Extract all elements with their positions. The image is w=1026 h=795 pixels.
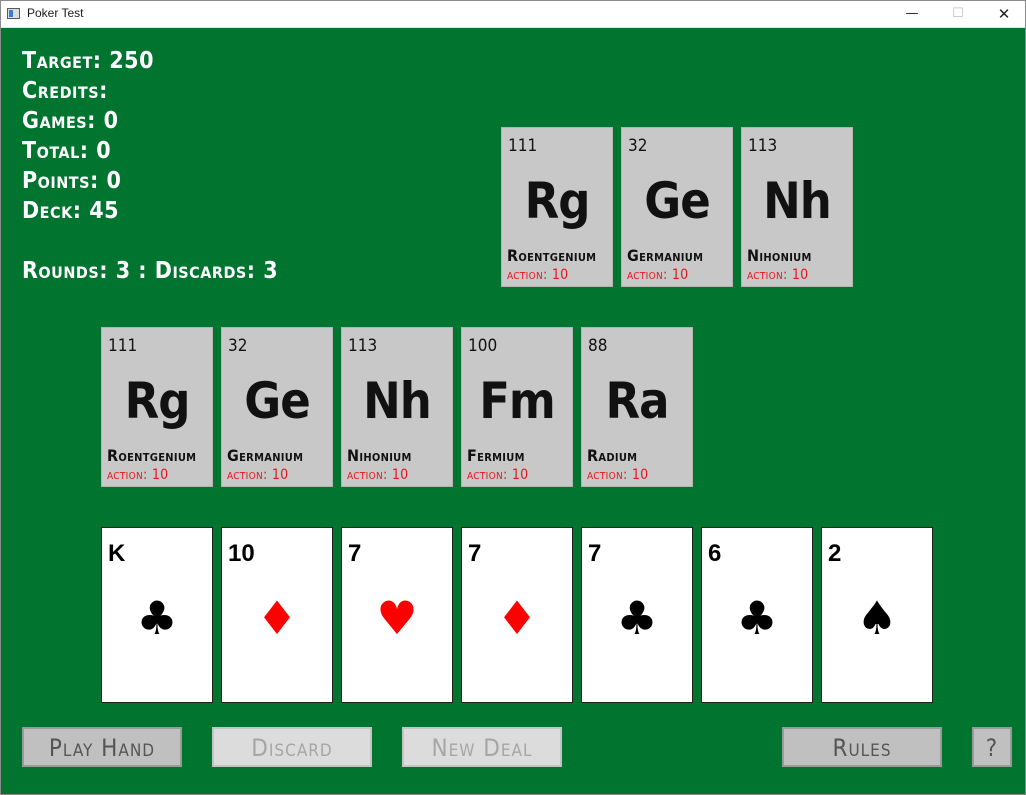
total-label: Total: 0 (22, 138, 112, 164)
element-symbol: Ge (244, 372, 310, 430)
element-name: Roentgenium (507, 246, 597, 265)
card-rank: 6 (708, 540, 722, 567)
card-rank: 7 (588, 540, 602, 567)
element-symbol: Nh (363, 372, 432, 430)
playing-card[interactable]: 7 ♥ (341, 527, 453, 703)
club-suit-icon: ♣ (736, 591, 778, 645)
element-card[interactable]: 32 Ge Germanium action: 10 (221, 327, 333, 487)
playing-card[interactable]: 10 ♦ (221, 527, 333, 703)
element-action: action: 10 (587, 467, 649, 483)
atomic-number: 113 (348, 336, 378, 356)
element-action: action: 10 (507, 267, 569, 283)
element-name: Germanium (627, 246, 704, 265)
diamond-suit-icon: ♦ (256, 591, 298, 645)
atomic-number: 111 (108, 336, 138, 356)
element-symbol: Fm (479, 372, 556, 430)
play-hand-button[interactable]: Play Hand (22, 727, 182, 767)
playing-card[interactable]: K ♣ (101, 527, 213, 703)
element-card[interactable]: 113 Nh Nihonium action: 10 (341, 327, 453, 487)
element-card[interactable]: 111 Rg Roentgenium action: 10 (101, 327, 213, 487)
club-suit-icon: ♣ (136, 591, 178, 645)
element-card[interactable]: 113 Nh Nihonium action: 10 (741, 127, 853, 287)
element-name: Roentgenium (107, 446, 197, 465)
spade-suit-icon: ♠ (856, 591, 898, 645)
element-symbol: Nh (763, 172, 832, 230)
heart-suit-icon: ♥ (376, 591, 418, 645)
rounds-discards-label: Rounds: 3 : Discards: 3 (22, 258, 279, 284)
points-label: Points: 0 (22, 168, 122, 194)
deck-label: Deck: 45 (22, 198, 120, 224)
playing-card[interactable]: 6 ♣ (701, 527, 813, 703)
atomic-number: 113 (748, 136, 778, 156)
element-card[interactable]: 88 Ra Radium action: 10 (581, 327, 693, 487)
element-card[interactable]: 111 Rg Roentgenium action: 10 (501, 127, 613, 287)
rules-button[interactable]: Rules (782, 727, 942, 767)
maximize-button[interactable]: ☐ (935, 1, 981, 27)
card-rank: 10 (228, 540, 255, 567)
club-suit-icon: ♣ (616, 591, 658, 645)
element-action: action: 10 (747, 267, 809, 283)
atomic-number: 111 (508, 136, 538, 156)
card-rank: 7 (348, 540, 362, 567)
minimize-button[interactable]: — (889, 1, 935, 27)
element-name: Nihonium (347, 446, 412, 465)
title-bar: Poker Test — ☐ ✕ (1, 1, 1025, 28)
window-title: Poker Test (27, 6, 84, 20)
credits-label: Credits: (22, 78, 108, 104)
element-action: action: 10 (347, 467, 409, 483)
target-label: Target: 250 (22, 48, 154, 74)
element-symbol: Ra (605, 372, 670, 430)
app-window: Poker Test — ☐ ✕ Target: 250 Credits: Ga… (0, 0, 1026, 795)
playing-card[interactable]: 7 ♦ (461, 527, 573, 703)
app-icon (7, 8, 20, 19)
close-button[interactable]: ✕ (981, 1, 1026, 27)
element-card[interactable]: 100 Fm Fermium action: 10 (461, 327, 573, 487)
atomic-number: 100 (468, 336, 498, 356)
element-name: Nihonium (747, 246, 812, 265)
element-action: action: 10 (467, 467, 529, 483)
card-rank: 7 (468, 540, 482, 567)
card-rank: 2 (828, 540, 842, 567)
playing-card[interactable]: 2 ♠ (821, 527, 933, 703)
element-action: action: 10 (107, 467, 169, 483)
element-action: action: 10 (227, 467, 289, 483)
card-rank: K (108, 540, 126, 567)
element-symbol: Rg (524, 172, 591, 230)
atomic-number: 32 (628, 136, 648, 156)
element-card[interactable]: 32 Ge Germanium action: 10 (621, 127, 733, 287)
element-name: Radium (587, 446, 638, 465)
element-action: action: 10 (627, 267, 689, 283)
element-name: Fermium (467, 446, 525, 465)
new-deal-button[interactable]: New Deal (402, 727, 562, 767)
playing-card[interactable]: 7 ♣ (581, 527, 693, 703)
discard-button[interactable]: Discard (212, 727, 372, 767)
atomic-number: 88 (588, 336, 608, 356)
help-button[interactable]: ? (972, 727, 1012, 767)
diamond-suit-icon: ♦ (496, 591, 538, 645)
element-name: Germanium (227, 446, 304, 465)
atomic-number: 32 (228, 336, 248, 356)
games-label: Games: 0 (22, 108, 119, 134)
element-symbol: Ge (644, 172, 710, 230)
element-symbol: Rg (124, 372, 191, 430)
